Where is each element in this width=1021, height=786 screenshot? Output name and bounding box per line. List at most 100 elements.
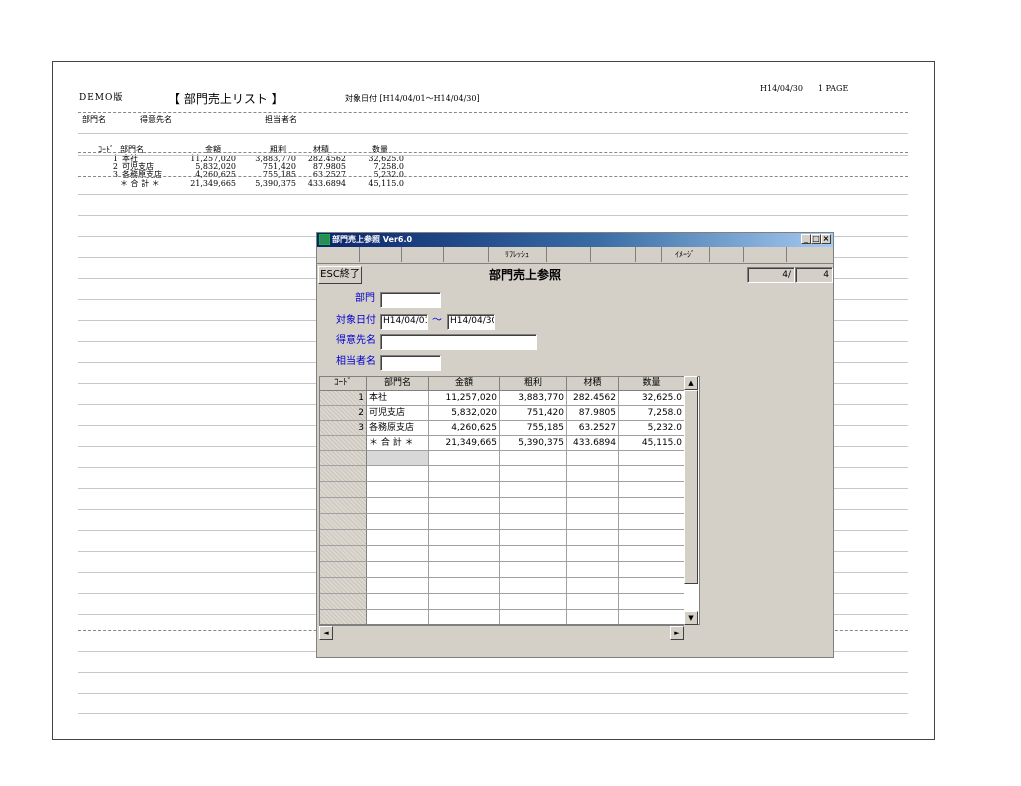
report-cell-volume: 63.2527 <box>312 170 346 179</box>
grid-cell-qty[interactable]: 32,625.0 <box>619 391 685 406</box>
grid-header-qty[interactable]: 数量 <box>619 377 685 391</box>
grid-cell-amount[interactable]: 11,257,020 <box>429 391 500 406</box>
scroll-track[interactable] <box>333 626 670 640</box>
report-cell-qty: 45,115.0 <box>368 179 404 188</box>
sales-grid: ｺｰﾄﾞ 部門名 金額 粗利 材積 数量 1 本社 11,257,020 3,8… <box>319 376 700 625</box>
grid-cell-amount[interactable]: 5,832,020 <box>429 406 500 421</box>
grid-cell-name[interactable]: 各務原支店 <box>367 421 429 436</box>
scroll-thumb[interactable] <box>684 390 698 584</box>
maximize-icon[interactable]: □ <box>811 234 821 244</box>
page-total-indicator: 4 <box>795 267 833 283</box>
grid-cell-name[interactable]: ＊ 合 計 ＊ <box>367 436 429 451</box>
grid-header-profit[interactable]: 粗利 <box>500 377 567 391</box>
grid-cell-code[interactable] <box>320 451 367 466</box>
grid-cell-code[interactable]: 1 <box>320 391 367 406</box>
toolbar: ﾘﾌﾚｯｼｭ ｲﾒｰｼﾞ <box>317 247 833 264</box>
dept-field[interactable] <box>380 292 441 308</box>
grid-cell-amount[interactable] <box>429 451 500 466</box>
grid-cell-name[interactable]: 可児支店 <box>367 406 429 421</box>
grid-cell-qty[interactable]: 5,232.0 <box>619 421 685 436</box>
minimize-icon[interactable]: _ <box>801 234 811 244</box>
report-cell-qty: 5,232.0 <box>373 170 404 179</box>
grid-cell-amount[interactable]: 21,349,665 <box>429 436 500 451</box>
toolbar-slot[interactable] <box>590 247 636 262</box>
grid-cell-code[interactable]: 3 <box>320 421 367 436</box>
page-current-indicator: 4/ <box>747 267 795 283</box>
horizontal-scrollbar[interactable]: ◄ ► <box>319 625 684 640</box>
app-window: 部門売上参照 Ver6.0 _ □ × ﾘﾌﾚｯｼｭ ｲﾒｰｼﾞ ESC終了 部… <box>316 232 834 658</box>
grid-cell-volume[interactable]: 63.2527 <box>567 421 619 436</box>
report-filter-staff: 担当者名 <box>265 115 297 124</box>
report-cell-profit: 5,390,375 <box>255 179 296 188</box>
toolbar-slot[interactable] <box>443 247 489 262</box>
grid-cell-qty[interactable] <box>619 451 685 466</box>
scroll-track[interactable] <box>684 584 698 611</box>
app-icon <box>319 234 330 245</box>
window-title: 部門売上参照 Ver6.0 <box>332 235 413 244</box>
grid-header-name[interactable]: 部門名 <box>367 377 429 391</box>
grid-cell-qty[interactable]: 45,115.0 <box>619 436 685 451</box>
grid-cell-profit[interactable]: 755,185 <box>500 421 567 436</box>
grid-cell-code[interactable]: 2 <box>320 406 367 421</box>
report-title: 【 部門売上リスト 】 <box>168 92 284 106</box>
grid-header-amount[interactable]: 金額 <box>429 377 500 391</box>
grid-header-volume[interactable]: 材積 <box>567 377 619 391</box>
toolbar-slot[interactable] <box>709 247 744 262</box>
grid-empty-rows[interactable] <box>320 466 685 624</box>
report-date-range: 対象日付 [H14/04/01～H14/04/30] <box>345 94 480 103</box>
scroll-down-icon[interactable]: ▼ <box>684 611 698 625</box>
grid-cell-amount[interactable]: 4,260,625 <box>429 421 500 436</box>
toolbar-slot[interactable] <box>786 247 833 262</box>
report-edition: DEMO版 <box>79 93 124 103</box>
date-to-field[interactable]: H14/04/30 <box>447 314 495 330</box>
grid-cell-profit[interactable] <box>500 451 567 466</box>
grid-cell-qty[interactable]: 7,258.0 <box>619 406 685 421</box>
report-cell-amount: 4,260,625 <box>195 170 236 179</box>
image-button[interactable]: ｲﾒｰｼﾞ <box>661 247 710 262</box>
report-cell-profit: 755,185 <box>262 170 296 179</box>
toolbar-slot[interactable] <box>401 247 444 262</box>
form-title: 部門売上参照 <box>489 268 562 282</box>
scroll-left-icon[interactable]: ◄ <box>319 626 333 640</box>
grid-cell-volume[interactable]: 87.9805 <box>567 406 619 421</box>
grid-cell-volume[interactable]: 282.4562 <box>567 391 619 406</box>
customer-label: 得意先名 <box>336 335 376 346</box>
grid-cell-profit[interactable]: 5,390,375 <box>500 436 567 451</box>
vertical-scrollbar[interactable]: ▲ ▼ <box>684 376 698 625</box>
report-cell-amount: 21,349,665 <box>190 179 236 188</box>
grid-cell-name[interactable]: 本社 <box>367 391 429 406</box>
grid-cell-volume[interactable]: 433.6894 <box>567 436 619 451</box>
report-cell-volume: 433.6894 <box>307 179 346 188</box>
report-cell-code: 3 <box>112 170 118 179</box>
toolbar-slot[interactable] <box>317 247 360 262</box>
grid-cell-profit[interactable]: 3,883,770 <box>500 391 567 406</box>
report-filter-customer: 得意先名 <box>140 115 172 124</box>
title-bar[interactable]: 部門売上参照 Ver6.0 _ □ × <box>317 233 833 247</box>
scroll-up-icon[interactable]: ▲ <box>684 376 698 390</box>
grid-cell-profit[interactable]: 751,420 <box>500 406 567 421</box>
staff-field[interactable] <box>380 355 441 371</box>
customer-field[interactable] <box>380 334 537 350</box>
dept-label: 部門 <box>355 293 375 304</box>
toolbar-slot[interactable] <box>743 247 787 262</box>
date-label: 対象日付 <box>336 315 376 326</box>
grid-cell-name[interactable] <box>367 451 429 466</box>
report-page-number: 1 PAGE <box>818 84 849 93</box>
grid-header-code[interactable]: ｺｰﾄﾞ <box>320 377 367 391</box>
date-from-field[interactable]: H14/04/01 <box>380 314 428 330</box>
toolbar-slot[interactable] <box>546 247 591 262</box>
esc-exit-button[interactable]: ESC終了 <box>318 266 362 284</box>
toolbar-slot[interactable] <box>359 247 402 262</box>
scroll-right-icon[interactable]: ► <box>670 626 684 640</box>
staff-label: 相当者名 <box>336 356 376 367</box>
report-cell-name: ＊ 合 計 ＊ <box>120 179 160 188</box>
grid-cell-volume[interactable] <box>567 451 619 466</box>
report-filter-dept: 部門名 <box>82 115 106 124</box>
report-cell-name: 各務原支店 <box>122 170 162 179</box>
report-print-date: H14/04/30 <box>760 84 803 93</box>
date-separator: ～ <box>432 315 442 326</box>
toolbar-slot[interactable] <box>635 247 662 262</box>
refresh-button[interactable]: ﾘﾌﾚｯｼｭ <box>488 247 547 262</box>
grid-cell-code[interactable] <box>320 436 367 451</box>
close-icon[interactable]: × <box>821 234 831 244</box>
